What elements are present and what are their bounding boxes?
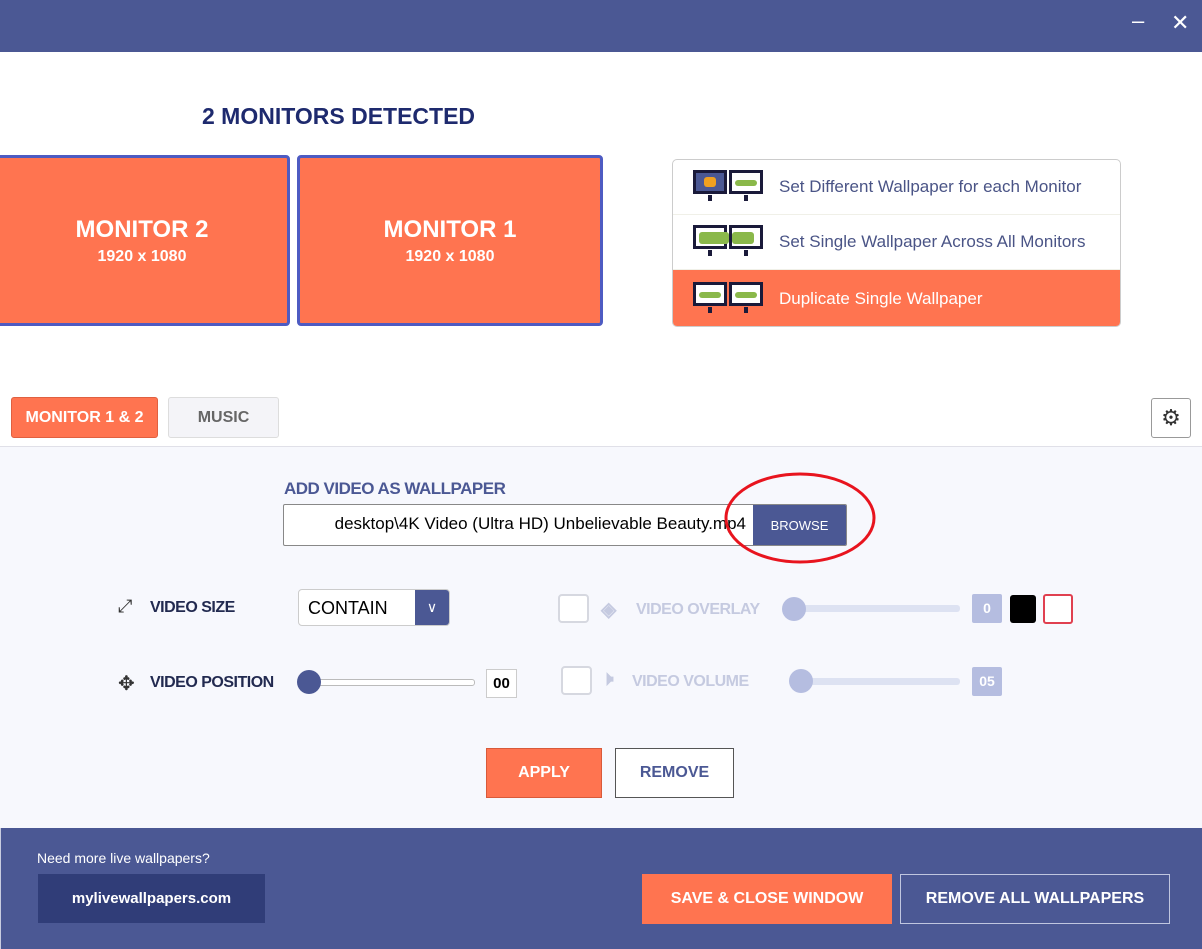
- overlay-color-white[interactable]: [1043, 594, 1073, 624]
- dual-monitor-icon: [693, 170, 765, 204]
- remove-all-button[interactable]: REMOVE ALL WALLPAPERS: [900, 874, 1170, 924]
- video-size-label: VIDEO SIZE: [150, 599, 235, 616]
- mode-label: Set Different Wallpaper for each Monitor: [779, 177, 1082, 196]
- section-title: ADD VIDEO AS WALLPAPER: [284, 479, 506, 498]
- video-overlay-handle[interactable]: [782, 597, 806, 621]
- monitor-name: MONITOR 2: [75, 216, 209, 243]
- speaker-icon: 🕨: [601, 668, 614, 690]
- wallpaper-mode-list: Set Different Wallpaper for each Monitor…: [672, 159, 1121, 327]
- video-volume-slider[interactable]: [790, 678, 960, 685]
- mode-label: Set Single Wallpaper Across All Monitors: [779, 232, 1086, 251]
- remove-button[interactable]: REMOVE: [615, 748, 734, 798]
- video-volume-label: VIDEO VOLUME: [632, 673, 749, 690]
- expand-icon: ⤢: [118, 596, 133, 616]
- mode-different-wallpaper[interactable]: Set Different Wallpaper for each Monitor: [673, 160, 1120, 215]
- website-link[interactable]: mylivewallpapers.com: [38, 874, 265, 923]
- save-close-button[interactable]: SAVE & CLOSE WINDOW: [642, 874, 892, 924]
- close-icon[interactable]: ✕: [1171, 10, 1189, 36]
- video-volume-handle[interactable]: [789, 669, 813, 693]
- move-icon: ✥: [118, 673, 135, 695]
- video-overlay-slider[interactable]: [790, 605, 960, 612]
- dual-monitor-icon: [693, 225, 765, 259]
- monitor-resolution: 1920 x 1080: [97, 248, 187, 265]
- mode-label: Duplicate Single Wallpaper: [779, 288, 983, 308]
- monitor-2-tile[interactable]: MONITOR 2 1920 x 1080: [0, 155, 290, 326]
- video-overlay-value: 0: [972, 594, 1002, 623]
- chevron-down-icon[interactable]: ∨: [415, 590, 449, 625]
- page-title: 2 MONITORS DETECTED: [202, 103, 476, 129]
- video-size-value: CONTAIN: [308, 598, 388, 618]
- footer-prompt: Need more live wallpapers?: [37, 850, 210, 866]
- mode-single-across[interactable]: Set Single Wallpaper Across All Monitors: [673, 215, 1120, 270]
- video-position-handle[interactable]: [297, 670, 321, 694]
- monitor-name: MONITOR 1: [383, 216, 517, 243]
- monitor-resolution: 1920 x 1080: [405, 248, 495, 265]
- title-bar: – ✕: [0, 0, 1202, 52]
- video-volume-value: 05: [972, 667, 1002, 696]
- gears-icon[interactable]: ⚙: [1151, 398, 1191, 438]
- video-overlay-checkbox[interactable]: [558, 594, 589, 623]
- overlay-color-black[interactable]: [1010, 595, 1036, 623]
- dual-monitor-icon: [693, 281, 765, 316]
- video-path-value: desktop\4K Video (Ultra HD) Unbelievable…: [334, 514, 746, 533]
- video-size-select[interactable]: CONTAIN ∨: [298, 589, 450, 626]
- minimize-icon[interactable]: –: [1132, 8, 1144, 34]
- monitor-1-tile[interactable]: MONITOR 1 1920 x 1080: [297, 155, 603, 326]
- video-overlay-label: VIDEO OVERLAY: [636, 601, 760, 618]
- video-volume-checkbox[interactable]: [561, 666, 592, 695]
- annotation-circle: [724, 472, 876, 564]
- video-position-value[interactable]: 00: [486, 669, 517, 698]
- layers-icon: ◈: [601, 599, 616, 621]
- tab-monitor-1-2[interactable]: MONITOR 1 & 2: [11, 397, 158, 438]
- video-position-label: VIDEO POSITION: [150, 674, 274, 691]
- video-position-slider[interactable]: [300, 679, 475, 686]
- mode-duplicate[interactable]: Duplicate Single Wallpaper: [673, 270, 1120, 326]
- tab-music[interactable]: MUSIC: [168, 397, 279, 438]
- apply-button[interactable]: APPLY: [486, 748, 602, 798]
